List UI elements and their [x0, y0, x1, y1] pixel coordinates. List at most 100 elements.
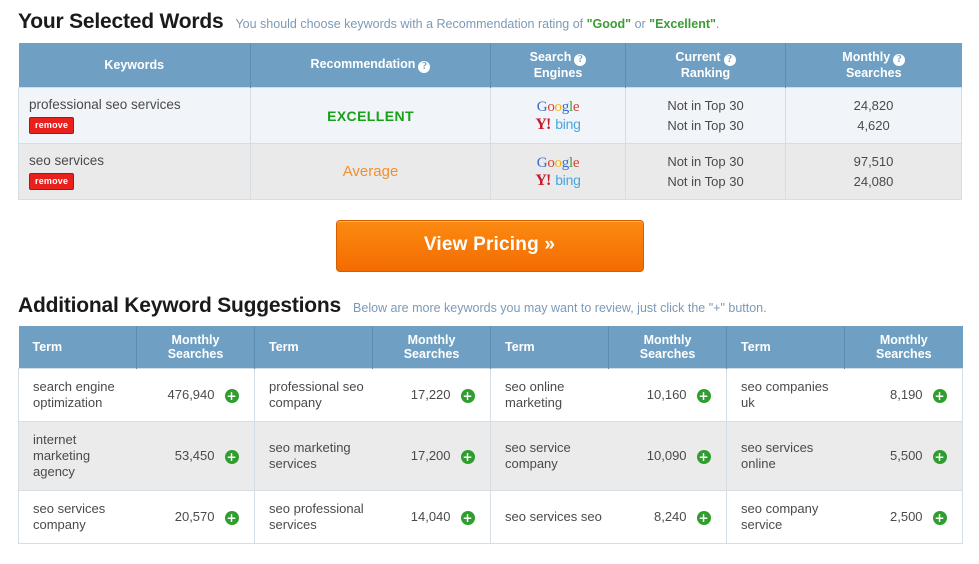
cell-recommendation: EXCELLENT [250, 87, 491, 144]
view-pricing-button[interactable]: View Pricing » [335, 220, 644, 272]
cell-current-ranking: Not in Top 30 Not in Top 30 [625, 87, 786, 144]
help-icon[interactable]: ? [418, 61, 431, 73]
cell-add: + [454, 421, 492, 491]
subtitle-mid: or [631, 17, 650, 31]
add-keyword-icon[interactable]: + [224, 449, 239, 464]
header-current-ranking-line1: Current [675, 50, 721, 64]
column-header-monthly-searches: Monthly Searches [608, 326, 728, 369]
cell-add: + [690, 368, 728, 422]
suggestion-term: seo marketing services [254, 421, 373, 491]
add-keyword-icon[interactable]: + [460, 449, 475, 464]
suggestion-row: internet marketing agency 53,450 + seo mark… [18, 421, 964, 491]
suggestion-row: seo services company 20,570 + seo professio… [18, 490, 964, 544]
suggestion-term: internet marketing agency [18, 421, 137, 491]
cell-recommendation: Average [250, 143, 491, 200]
column-header-recommendation: Recommendation? [250, 43, 491, 88]
add-keyword-icon[interactable]: + [224, 510, 239, 525]
selected-words-header: Your Selected Words You should choose ke… [0, 0, 979, 34]
cell-search-engines: Google Y! bing [490, 143, 626, 200]
recommendation-badge: Average [342, 163, 399, 180]
header-search-engines-line2: Engines [533, 66, 583, 80]
google-logo: Google [536, 98, 580, 115]
column-header-term: Term [254, 326, 374, 369]
add-keyword-icon[interactable]: + [224, 388, 239, 403]
remove-button[interactable]: remove [29, 173, 75, 190]
add-keyword-icon[interactable]: + [696, 449, 711, 464]
suggestion-term: seo company service [726, 490, 845, 544]
add-keyword-icon[interactable]: + [932, 449, 947, 464]
searches-google: 24,820 [853, 97, 894, 113]
cell-add: + [926, 421, 964, 491]
cell-search-engines: Google Y! bing [490, 87, 626, 144]
table-row: professional seo services remove EXCELLENT… [18, 87, 962, 144]
cell-add: + [218, 368, 256, 422]
cell-add: + [690, 421, 728, 491]
suggestion-monthly-searches: 5,500 [844, 421, 927, 491]
cell-add: + [926, 490, 964, 544]
suggestion-term: seo professional services [254, 490, 373, 544]
add-keyword-icon[interactable]: + [696, 388, 711, 403]
cell-add: + [454, 490, 492, 544]
header-monthly-line1: Monthly [407, 333, 456, 347]
suggestion-monthly-searches: 10,090 [608, 421, 691, 491]
suggestions-subtitle: Below are more keywords you may want to … [353, 301, 767, 315]
page-title: Your Selected Words [18, 10, 224, 33]
cell-monthly-searches: 24,820 4,620 [785, 87, 962, 144]
suggestions-title: Additional Keyword Suggestions [18, 294, 342, 317]
column-header-term: Term [490, 326, 610, 369]
cell-add: + [218, 421, 256, 491]
searches-other: 24,080 [853, 173, 894, 189]
cell-keyword: seo services remove [18, 143, 251, 200]
suggestion-term: seo online marketing [490, 368, 609, 422]
column-header-keywords: Keywords [18, 43, 251, 88]
column-header-term: Term [726, 326, 846, 369]
header-current-ranking-line2: Ranking [680, 66, 731, 80]
help-icon[interactable]: ? [893, 54, 906, 66]
header-monthly-line2: Searches [876, 347, 932, 361]
suggestions-header-row: Term Monthly Searches Term Monthly Searc… [18, 326, 963, 369]
suggestion-monthly-searches: 14,040 [372, 490, 455, 544]
remove-button[interactable]: remove [29, 117, 75, 134]
add-keyword-icon[interactable]: + [932, 388, 947, 403]
header-monthly-line1: Monthly [171, 333, 220, 347]
yahoo-logo: Y! [535, 171, 551, 189]
keyword-tool-page: Your Selected Words You should choose ke… [0, 0, 979, 564]
add-keyword-icon[interactable]: + [932, 510, 947, 525]
column-header-monthly-searches: Monthly Searches [135, 326, 256, 369]
header-keywords-label: Keywords [104, 58, 165, 72]
add-keyword-icon[interactable]: + [460, 388, 475, 403]
help-icon[interactable]: ? [723, 54, 736, 66]
header-monthly-searches-line1: Monthly [842, 50, 891, 64]
column-header-current-ranking: Current? Ranking [625, 43, 786, 88]
subtitle-pre: You should choose keywords with a Recomm… [235, 17, 587, 31]
column-header-search-engines: Search? Engines [490, 43, 626, 88]
help-icon[interactable]: ? [574, 54, 587, 66]
yahoo-bing-logos: Y! bing [491, 116, 625, 133]
searches-google: 97,510 [853, 153, 894, 169]
bing-logo: bing [555, 171, 581, 188]
suggestion-term: seo service company [490, 421, 609, 491]
keyword-label: seo services [29, 153, 105, 168]
suggestion-term: seo companies uk [726, 368, 845, 422]
cell-current-ranking: Not in Top 30 Not in Top 30 [625, 143, 786, 200]
header-monthly-line2: Searches [639, 347, 696, 361]
cell-add: + [926, 368, 964, 422]
selected-table-header-row: Keywords Recommendation? Search? Engines… [18, 43, 962, 88]
suggestion-monthly-searches: 53,450 [136, 421, 219, 491]
add-keyword-icon[interactable]: + [460, 510, 475, 525]
suggestion-term: seo services seo [490, 490, 609, 544]
cell-add: + [218, 490, 256, 544]
cell-monthly-searches: 97,510 24,080 [785, 143, 962, 200]
header-search-engines-line1: Search [529, 50, 572, 64]
suggestion-monthly-searches: 17,200 [372, 421, 455, 491]
searches-other: 4,620 [857, 117, 890, 133]
view-pricing-container: View Pricing » [0, 220, 979, 272]
table-row: seo services remove Average Google Y! bing Not… [18, 143, 962, 200]
header-monthly-line1: Monthly [643, 333, 692, 347]
add-keyword-icon[interactable]: + [696, 510, 711, 525]
ranking-other: Not in Top 30 [667, 173, 744, 189]
header-monthly-line2: Searches [167, 347, 224, 361]
suggestion-monthly-searches: 20,570 [136, 490, 219, 544]
keyword-label: professional seo services [29, 97, 181, 112]
yahoo-logo: Y! [535, 115, 551, 133]
